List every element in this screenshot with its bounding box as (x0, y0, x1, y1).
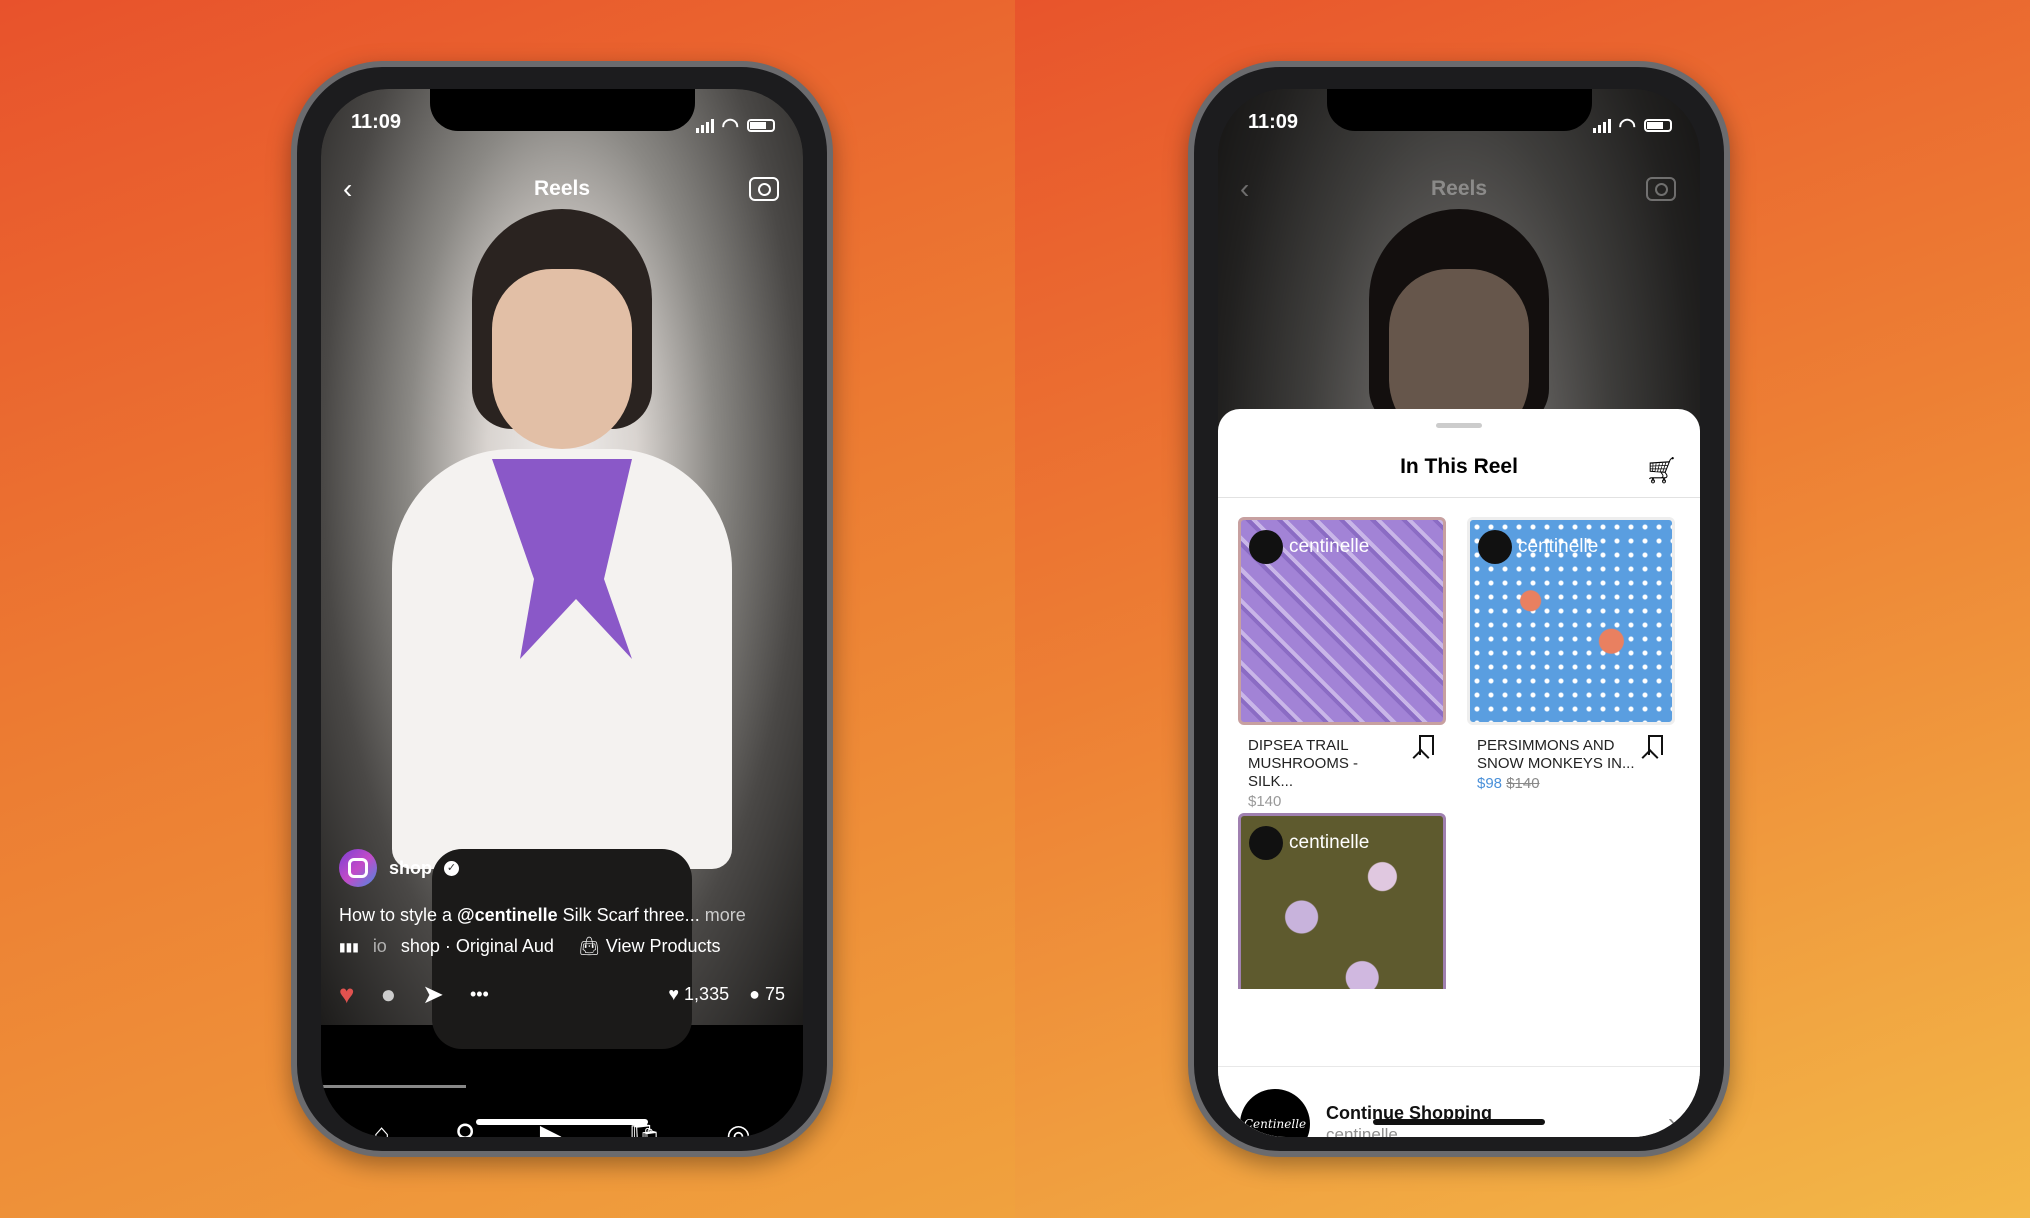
search-icon[interactable]: ⚲ (455, 1118, 476, 1138)
sale-price: $98 (1477, 775, 1503, 792)
brand-name: centinelle (1289, 536, 1370, 557)
cart-icon[interactable]: 🛒︎ (1645, 455, 1678, 486)
bottom-nav: ⌂ ⚲ ▶ 🛍︎ ◎ (321, 1089, 803, 1137)
bookmark-icon[interactable] (1419, 735, 1434, 755)
centinelle-logo: Centinelle (1240, 1089, 1310, 1137)
reels-header: ‹ Reels (321, 159, 803, 219)
comments-value: 75 (764, 984, 785, 1004)
divider (1218, 497, 1700, 498)
more-options-icon[interactable]: ••• (470, 984, 489, 1005)
brand-name: centinelle (1518, 536, 1599, 557)
wifi-icon: ◠ (1618, 115, 1636, 137)
audio-link[interactable]: shop · Original Aud (401, 936, 554, 957)
brand-avatar (1249, 530, 1283, 564)
caption-text: How to style a (339, 905, 458, 925)
home-indicator (1373, 1119, 1545, 1125)
sheet-title: In This Reel (1400, 455, 1518, 478)
signal-icon (695, 118, 714, 133)
likes-count: ♥ 1,335 (668, 984, 730, 1004)
shop-name: centinelle (1326, 1125, 1398, 1137)
product-price: $140 (1248, 793, 1282, 810)
product-image[interactable]: centinelle (1238, 517, 1446, 725)
battery-icon (747, 119, 775, 132)
home-indicator (476, 1119, 648, 1125)
chevron-right-icon: › (1668, 1109, 1676, 1136)
continue-shopping-row[interactable]: Centinelle Continue Shopping centinelle … (1218, 1066, 1700, 1137)
mention-link[interactable]: @centinelle (457, 905, 558, 925)
phone-reels: 11:09 ◠ ‹ Reels shop ✓ How to style a @c… (291, 61, 833, 1157)
profile-icon[interactable]: ◎ (726, 1118, 750, 1138)
brand-avatar (1478, 530, 1512, 564)
page-title: Reels (1430, 177, 1488, 200)
camera-icon (1646, 177, 1676, 201)
original-price: $140 (1506, 775, 1540, 792)
video-progress-bar[interactable] (321, 1085, 466, 1088)
caption: How to style a @centinelle Silk Scarf th… (339, 905, 785, 926)
comment-icon[interactable]: ● (380, 979, 396, 1010)
audio-prefix: io (372, 936, 387, 956)
signal-icon (1592, 118, 1611, 133)
shopping-bag-icon: 👜︎ (577, 936, 601, 956)
battery-icon (1644, 119, 1672, 132)
view-products-button[interactable]: 👜︎ View Products (578, 936, 721, 957)
likes-value: 1,335 (684, 984, 730, 1004)
brand-name: centinelle (1289, 832, 1370, 853)
instagram-icon (348, 858, 368, 878)
verified-icon: ✓ (444, 860, 459, 876)
home-icon[interactable]: ⌂ (373, 1118, 390, 1137)
reels-header: ‹ Reels (1218, 159, 1700, 219)
page-title: Reels (533, 177, 591, 200)
username[interactable]: shop (389, 858, 432, 879)
notch (1327, 89, 1592, 131)
product-card[interactable]: centinelle DIPSEA TRAIL MUSHROOMS - Silk… (1238, 517, 1446, 810)
view-products-label: View Products (605, 936, 721, 956)
status-time: 11:09 (351, 111, 402, 133)
phone-shopping-sheet: 11:09 ◠ ‹ Reels In This Reel 🛒︎ centinel… (1188, 61, 1730, 1157)
wifi-icon: ◠ (721, 115, 739, 137)
product-card[interactable]: centinelle PERSIMMONS AND SNOW MONKEYS I… (1467, 517, 1675, 792)
product-image[interactable]: centinelle (1467, 517, 1675, 725)
more-link[interactable]: more (705, 905, 746, 925)
camera-icon[interactable] (749, 177, 779, 201)
status-time: 11:09 (1248, 111, 1299, 133)
share-send-icon[interactable]: ➤ (422, 979, 444, 1010)
brand-avatar (1249, 826, 1283, 860)
bookmark-icon[interactable] (1648, 735, 1663, 755)
logo-text: Centinelle (1243, 1117, 1307, 1131)
comments-count: ● 75 (749, 984, 785, 1004)
reel-overlay: shop ✓ How to style a @centinelle Silk S… (339, 849, 785, 1010)
avatar[interactable] (339, 849, 377, 887)
product-image[interactable]: centinelle (1238, 813, 1446, 989)
like-heart-icon[interactable]: ♥ (339, 979, 354, 1010)
in-this-reel-sheet: In This Reel 🛒︎ centinelle DIPSEA TRAIL … (1218, 409, 1700, 1137)
product-card[interactable]: centinelle (1238, 813, 1446, 989)
notch (430, 89, 695, 131)
caption-text-end: Silk Scarf three... (557, 905, 700, 925)
product-price: $98 $140 (1467, 775, 1675, 792)
sheet-drag-handle[interactable] (1436, 423, 1482, 428)
product-name: DIPSEA TRAIL MUSHROOMS - Silk... (1248, 737, 1358, 790)
audio-bars-icon: ▮▮▮ (339, 939, 359, 954)
